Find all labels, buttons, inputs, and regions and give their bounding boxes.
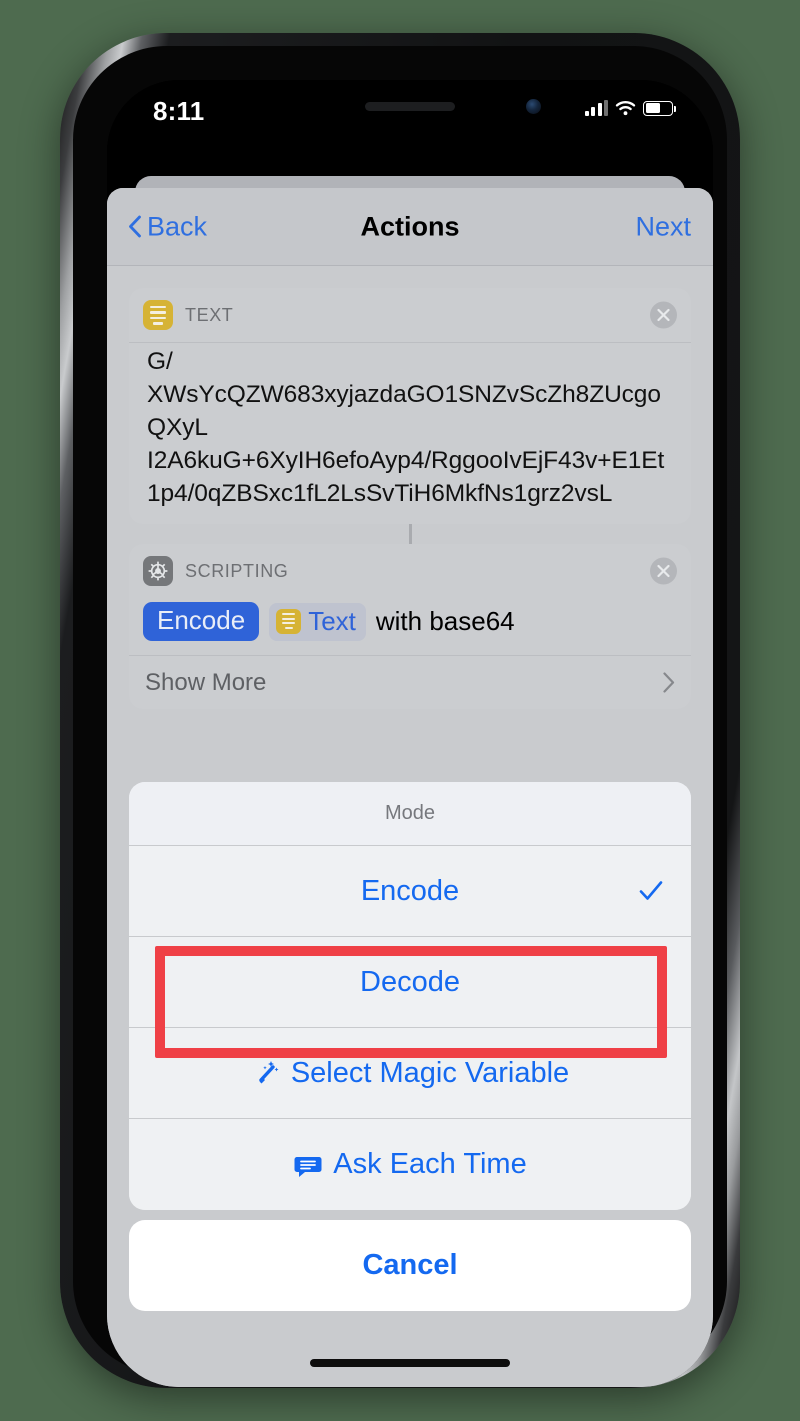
close-icon (657, 564, 670, 578)
remove-scripting-action-button[interactable] (650, 557, 677, 585)
next-button[interactable]: Next (635, 211, 691, 242)
magic-variable-token[interactable]: Text (269, 602, 366, 641)
status-bar-indicators (584, 100, 676, 116)
chevron-left-icon (129, 215, 141, 238)
sheet-option-decode[interactable]: Decode (129, 937, 691, 1028)
action-sheet-title: Mode (129, 782, 691, 846)
show-more-row[interactable]: Show More (129, 655, 691, 709)
cellular-signal-icon (584, 100, 608, 116)
home-indicator[interactable] (310, 1359, 510, 1367)
magic-variable-token-label: Text (308, 605, 356, 636)
chevron-right-icon (663, 672, 675, 693)
sheet-option-select-magic-variable-label: Select Magic Variable (290, 1056, 570, 1089)
back-button[interactable]: Back (128, 211, 207, 242)
text-variable-icon (276, 608, 302, 634)
back-button-label: Back (147, 211, 208, 241)
action-block-text-header: TEXT (129, 288, 691, 342)
gear-action-icon (143, 556, 173, 586)
page-title: Actions (360, 211, 460, 241)
sheet-option-decode-label: Decode (360, 965, 460, 998)
action-block-text[interactable]: TEXT G/ XWsYcQZW683xyjazdaGO1SNZvScZh8ZU… (129, 288, 691, 524)
text-action-icon (143, 300, 173, 330)
speech-bubble-icon (293, 1150, 323, 1180)
iphone-device-frame: Back Actions Next TEXT G/ XWsYcQZW683xyj… (60, 33, 740, 1388)
close-icon (657, 308, 670, 322)
front-camera-icon (526, 99, 541, 114)
cancel-button[interactable]: Cancel (129, 1220, 691, 1311)
action-block-scripting-header: SCRIPTING (129, 544, 691, 598)
action-block-text-label: TEXT (185, 304, 234, 325)
battery-icon (643, 100, 676, 116)
wifi-icon (615, 101, 636, 116)
mode-action-sheet: Mode Encode Decode Select Magic Variable… (129, 782, 691, 1311)
status-bar-time: 8:11 (153, 96, 205, 126)
show-more-label: Show More (145, 668, 267, 696)
sheet-option-ask-each-time[interactable]: Ask Each Time (129, 1119, 691, 1210)
device-screen: Back Actions Next TEXT G/ XWsYcQZW683xyj… (107, 80, 713, 1387)
action-block-scripting[interactable]: SCRIPTING Encode Text with base64 Show M… (129, 544, 691, 709)
sheet-option-encode[interactable]: Encode (129, 846, 691, 937)
base64-action-tail-text: with base64 (375, 606, 515, 636)
checkmark-icon (639, 881, 663, 900)
actions-sheet-panel: Back Actions Next TEXT G/ XWsYcQZW683xyj… (107, 188, 713, 1387)
navigation-bar: Back Actions Next (107, 188, 713, 266)
remove-text-action-button[interactable] (650, 301, 677, 329)
mode-selector-pill[interactable]: Encode (143, 602, 260, 641)
screenshot-stage: Back Actions Next TEXT G/ XWsYcQZW683xyj… (0, 0, 800, 1421)
earpiece-speaker (365, 102, 455, 111)
sheet-option-encode-label: Encode (360, 874, 460, 907)
text-action-value[interactable]: G/ XWsYcQZW683xyjazdaGO1SNZvScZh8ZUcgoQX… (129, 342, 691, 524)
shortcuts-app: Back Actions Next TEXT G/ XWsYcQZW683xyj… (107, 80, 713, 1387)
base64-action-row: Encode Text with base64 (129, 598, 691, 655)
mode-options-group: Mode Encode Decode Select Magic Variable… (129, 782, 691, 1210)
action-connector-line (408, 524, 412, 544)
sheet-option-select-magic-variable[interactable]: Select Magic Variable (129, 1028, 691, 1119)
action-block-scripting-label: SCRIPTING (185, 560, 289, 581)
magic-wand-icon (251, 1058, 281, 1088)
sheet-option-ask-each-time-label: Ask Each Time (333, 1148, 527, 1180)
